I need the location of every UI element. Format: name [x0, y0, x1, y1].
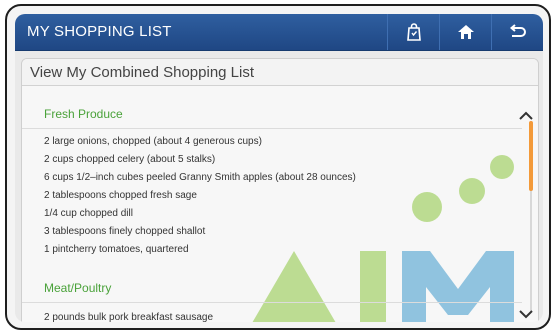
home-button[interactable] [439, 14, 492, 50]
back-button[interactable] [491, 14, 543, 50]
list-item: 1 pintcherry tomatoes, quartered [44, 244, 189, 255]
app-screen: MY SHOPPING LIST View My Combined Shoppi… [15, 14, 543, 322]
list-item: 2 cups chopped celery (about 5 stalks) [44, 154, 216, 165]
chevron-down-icon[interactable] [518, 306, 534, 322]
panel-title: View My Combined Shopping List [22, 59, 538, 86]
section-header-meat-poultry[interactable]: Meat/Poultry [22, 273, 522, 303]
app-header: MY SHOPPING LIST [15, 14, 543, 51]
shopping-bag-icon [407, 23, 421, 41]
home-icon [458, 25, 474, 39]
app-title: MY SHOPPING LIST [27, 23, 172, 40]
list-item: 2 pounds bulk pork breakfast sausage [44, 312, 213, 322]
list-item: 3 tablespoons finely chopped shallot [44, 226, 206, 237]
back-arrow-icon [509, 24, 526, 37]
shopping-list-panel: View My Combined Shopping List Fresh Pro… [21, 58, 539, 322]
list-item: 6 cups 1/2–inch cubes peeled Granny Smit… [44, 172, 356, 183]
shopping-bag-button[interactable] [387, 14, 440, 50]
list-item: 1/4 cup chopped dill [44, 208, 133, 219]
list-item: 2 tablespoons chopped fresh sage [44, 190, 197, 201]
list-item: 2 large onions, chopped (about 4 generou… [44, 136, 262, 147]
section-label: Fresh Produce [44, 107, 123, 121]
section-label: Meat/Poultry [44, 281, 112, 295]
section-header-fresh-produce[interactable]: Fresh Produce [22, 99, 522, 129]
scrollbar-thumb[interactable] [529, 121, 533, 191]
device-bezel: MY SHOPPING LIST View My Combined Shoppi… [5, 4, 551, 330]
